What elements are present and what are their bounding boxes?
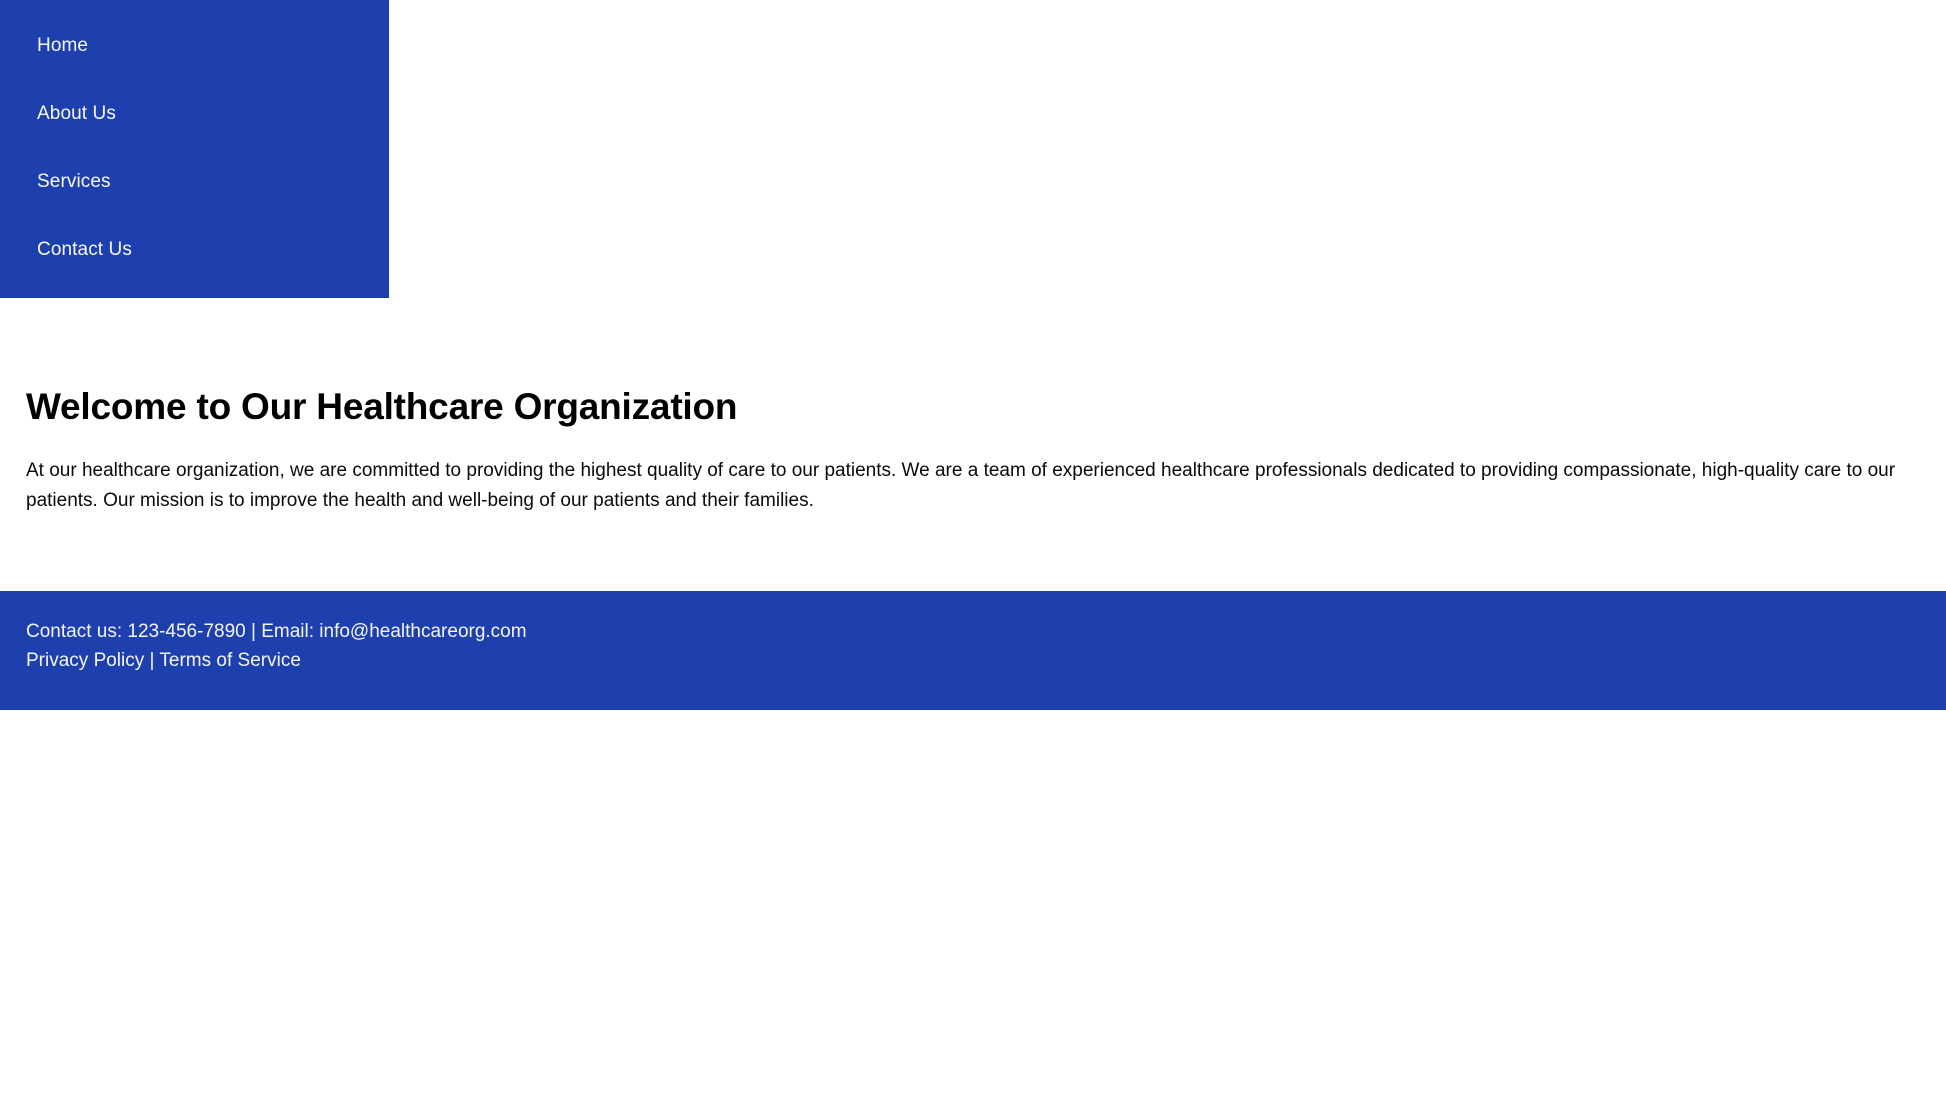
footer-email-prefix: Email: [261, 621, 320, 642]
sidebar-item-home[interactable]: Home [0, 12, 389, 80]
footer-phone-link[interactable]: 123-456-7890 [127, 621, 245, 642]
sidebar-item-contact-us[interactable]: Contact Us [0, 216, 389, 284]
sidebar-item-about-us[interactable]: About Us [0, 80, 389, 148]
site-footer: Contact us: 123-456-7890 | Email: info@h… [0, 591, 1946, 710]
page-title: Welcome to Our Healthcare Organization [26, 386, 738, 427]
sidebar-item-services[interactable]: Services [0, 148, 389, 216]
main-content: Welcome to Our Healthcare Organization A… [0, 362, 1946, 516]
footer-email-link[interactable]: info@healthcareorg.com [319, 621, 526, 642]
sidebar-nav-list: Home About Us Services Contact Us [0, 12, 389, 284]
footer-contact-line: Contact us: 123-456-7890 | Email: info@h… [26, 617, 1920, 646]
footer-contact-prefix: Contact us: [26, 621, 128, 642]
sidebar-navigation: Home About Us Services Contact Us [0, 0, 389, 298]
page-root: Home About Us Services Contact Us Welcom… [0, 0, 1946, 1095]
footer-terms-of-service-link[interactable]: Terms of Service [159, 650, 300, 671]
footer-contact-divider: | [245, 621, 262, 642]
footer-legal-divider: | [144, 650, 160, 671]
intro-paragraph: At our healthcare organization, we are c… [26, 460, 1896, 511]
footer-legal-line: Privacy Policy | Terms of Service [26, 646, 1920, 675]
footer-privacy-policy-link[interactable]: Privacy Policy [26, 650, 144, 671]
